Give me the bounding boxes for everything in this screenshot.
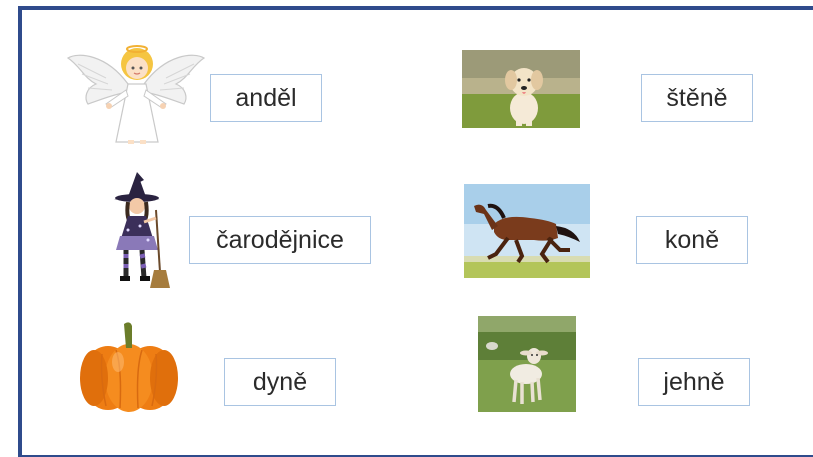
lamb-picture [478,316,576,412]
puppy-picture [462,50,580,128]
word-card-andel[interactable]: anděl [210,74,322,122]
angel-picture [66,44,206,144]
word-card-carodejnice[interactable]: čarodějnice [189,216,371,264]
word-card-jehne[interactable]: jehně [638,358,750,406]
slide-frame: anděl čarodějnice dyně štěně koně jehně [18,6,813,457]
word-card-kone[interactable]: koně [636,216,748,264]
word-card-dyne[interactable]: dyně [224,358,336,406]
witch-picture [104,170,170,290]
pumpkin-picture [76,320,182,416]
horse-picture [464,184,590,278]
word-card-stene[interactable]: štěně [641,74,753,122]
